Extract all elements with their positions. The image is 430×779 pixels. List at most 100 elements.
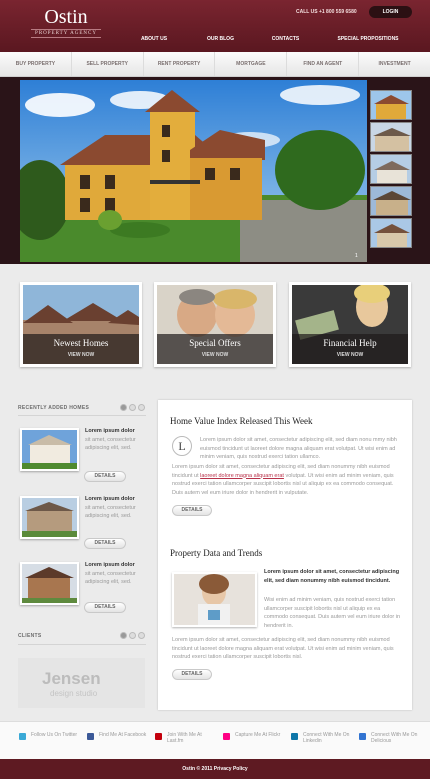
feature-special-offers[interactable]: Special Offers VIEW NOW	[154, 282, 276, 367]
pager-dot[interactable]	[138, 404, 145, 411]
listing-title: Lorem ipsum dolor	[85, 562, 135, 568]
clients-title: CLIENTS	[18, 633, 42, 639]
nav-special-propositions[interactable]: SPECIAL PROPOSITIONS	[318, 36, 418, 42]
logo-name: Ostin	[44, 6, 88, 28]
social-lastfm[interactable]: Join With Me At Last.fm	[155, 722, 223, 760]
property-data-lead: Lorem ipsum dolor sit amet, consectetur …	[264, 569, 400, 584]
twitter-icon	[19, 733, 26, 740]
listing-photo[interactable]	[20, 496, 79, 539]
listing-title: Lorem ipsum dolor	[85, 428, 135, 434]
feature-image: Newest Homes VIEW NOW	[23, 285, 139, 364]
lastfm-icon	[155, 733, 162, 740]
details-button[interactable]: DETAILS	[172, 669, 212, 680]
client-logo-jensen[interactable]: Jensen design studio	[18, 658, 145, 708]
nav-contacts[interactable]: CONTACTS	[253, 36, 318, 42]
inline-link[interactable]: laoreet dolore magna aliquam erat	[200, 473, 284, 479]
subnav-mortgage[interactable]: MORTGAGE	[215, 52, 288, 76]
social-bar: Follow Us On Twitter Find Me At Facebook…	[0, 721, 430, 759]
pager-dot[interactable]	[138, 632, 145, 639]
login-button[interactable]: LOGIN	[369, 6, 412, 18]
footer-text[interactable]: Ostin © 2011 Privacy Policy	[182, 766, 247, 772]
thumbnail-5[interactable]	[370, 218, 412, 248]
section-title-property-data: Property Data and Trends	[170, 548, 263, 558]
social-label: Capture Me At Flickr	[235, 732, 281, 738]
hero-pager-number[interactable]: 1	[355, 253, 358, 259]
listing-item: Lorem ipsum dolor sit amet, consectetur …	[20, 562, 148, 620]
social-label: Join With Me At Last.fm	[167, 732, 202, 744]
thumbnail-1[interactable]	[370, 90, 412, 120]
logo[interactable]: Ostin PROPERTY AGENCY	[31, 6, 101, 38]
listing-photo[interactable]	[20, 428, 79, 471]
main-content: Home Value Index Released This Week L Lo…	[158, 400, 412, 710]
home-value-paragraph-2: Lorem ipsum dolor sit amet, consectetur …	[172, 463, 400, 497]
footer: Ostin © 2011 Privacy Policy	[0, 759, 430, 779]
feature-image: Financial Help VIEW NOW	[292, 285, 408, 364]
hero-thumbnails	[370, 90, 412, 250]
dropcap: L	[172, 436, 192, 456]
social-flickr[interactable]: Capture Me At Flickr	[223, 722, 291, 760]
listing-text: sit amet, consectetur adipiscing elit, s…	[85, 437, 136, 451]
property-data-paragraph-1: Wisi enim ad minim veniam, quis nostrud …	[264, 597, 401, 629]
feature-caption: Financial Help VIEW NOW	[292, 334, 408, 364]
thumbnail-3[interactable]	[370, 154, 412, 184]
social-linkedin[interactable]: Connect With Me On Linkedin	[291, 722, 359, 760]
feature-title: Financial Help	[323, 338, 377, 348]
hero-pager[interactable]: 1	[355, 253, 358, 259]
pager-dot[interactable]	[129, 632, 136, 639]
divider	[18, 644, 146, 645]
clients-pager[interactable]	[120, 632, 145, 639]
hero-image	[20, 80, 367, 262]
phone-number: CALL US +1 800 559 6580	[296, 9, 357, 15]
subnav-rent-property[interactable]: RENT PROPERTY	[144, 52, 216, 76]
delicious-icon	[359, 733, 366, 740]
pager-dot[interactable]	[120, 632, 127, 639]
property-data-paragraph-2: Lorem ipsum dolor sit amet, consectetur …	[172, 637, 394, 660]
feature-newest-homes[interactable]: Newest Homes VIEW NOW	[20, 282, 142, 367]
details-button[interactable]: DETAILS	[84, 602, 126, 613]
subnav-buy-property[interactable]: BUY PROPERTY	[0, 52, 72, 76]
nav-our-blog[interactable]: OUR BLOG	[188, 36, 253, 42]
view-now-link[interactable]: VIEW NOW	[292, 352, 408, 358]
social-label: Follow Us On Twitter	[31, 732, 78, 738]
section-title-home-value: Home Value Index Released This Week	[170, 416, 313, 426]
feature-image: Special Offers VIEW NOW	[157, 285, 273, 364]
details-button[interactable]: DETAILS	[84, 538, 126, 549]
subnav-find-an-agent[interactable]: FIND AN AGENT	[287, 52, 360, 76]
pager-dot[interactable]	[129, 404, 136, 411]
property-nav: BUY PROPERTY SELL PROPERTY RENT PROPERTY…	[0, 52, 430, 77]
feature-title: Special Offers	[189, 338, 241, 348]
listing-text: sit amet, consectetur adipiscing elit, s…	[85, 505, 136, 519]
feature-caption: Newest Homes VIEW NOW	[23, 334, 139, 364]
client-logo-name: Jensen	[42, 669, 101, 688]
site-header: Ostin PROPERTY AGENCY CALL US +1 800 559…	[0, 0, 430, 52]
subnav-sell-property[interactable]: SELL PROPERTY	[72, 52, 144, 76]
flickr-icon	[223, 733, 230, 740]
listing-title: Lorem ipsum dolor	[85, 496, 135, 502]
recent-pager[interactable]	[120, 404, 145, 411]
view-now-link[interactable]: VIEW NOW	[157, 352, 273, 358]
home-value-paragraph-1: Lorem ipsum dolor sit amet, consectetur …	[200, 437, 397, 460]
social-label: Find Me At Facebook	[99, 732, 147, 738]
thumbnail-4[interactable]	[370, 186, 412, 216]
client-logo-tagline: design studio	[50, 689, 98, 698]
property-data-photo[interactable]	[172, 572, 257, 627]
feature-financial-help[interactable]: Financial Help VIEW NOW	[289, 282, 411, 367]
listing-text: sit amet, consectetur adipiscing elit, s…	[85, 571, 136, 585]
divider	[18, 415, 146, 416]
listing-photo[interactable]	[20, 562, 79, 605]
social-twitter[interactable]: Follow Us On Twitter	[19, 722, 87, 760]
details-button[interactable]: DETAILS	[84, 471, 126, 482]
top-nav: ABOUT US OUR BLOG CONTACTS SPECIAL PROPO…	[120, 36, 430, 42]
social-facebook[interactable]: Find Me At Facebook	[87, 722, 155, 760]
facebook-icon	[87, 733, 94, 740]
view-now-link[interactable]: VIEW NOW	[23, 352, 139, 358]
subnav-investment[interactable]: INVESTMENT	[359, 52, 430, 76]
social-delicious[interactable]: Connect With Me On Delicious	[359, 722, 427, 760]
feature-title: Newest Homes	[53, 338, 109, 348]
thumbnail-2[interactable]	[370, 122, 412, 152]
pager-dot[interactable]	[120, 404, 127, 411]
details-button[interactable]: DETAILS	[172, 505, 212, 516]
linkedin-icon	[291, 733, 298, 740]
feature-caption: Special Offers VIEW NOW	[157, 334, 273, 364]
nav-about-us[interactable]: ABOUT US	[120, 36, 188, 42]
